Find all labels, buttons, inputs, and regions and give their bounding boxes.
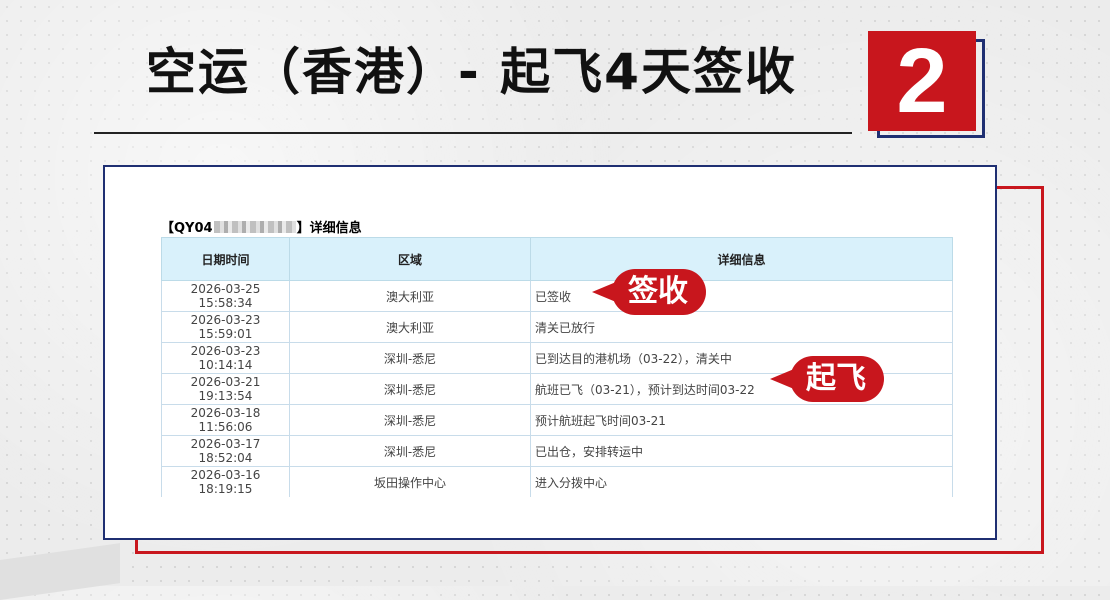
title-underline: [94, 132, 852, 134]
table-row: 2026-03-16 18:19:15 坂田操作中心 进入分拨中心: [161, 466, 953, 497]
table-header-row: 日期时间 区域 详细信息: [161, 237, 953, 281]
background-corner-shape: [0, 543, 120, 600]
record-title: 【QY04 】详细信息: [161, 217, 362, 236]
row-region: 坂田操作中心: [289, 466, 531, 497]
table-row: 2026-03-18 11:56:06 深圳-悉尼 预计航班起飞时间03-21: [161, 404, 953, 436]
tracking-card: 【QY04 】详细信息 日期时间 区域 详细信息 2026-03-25 15:5…: [103, 165, 997, 540]
record-title-prefix: 【QY04: [161, 221, 213, 236]
row-region: 深圳-悉尼: [289, 342, 531, 374]
row-detail: 进入分拨中心: [530, 466, 953, 497]
row-region: 深圳-悉尼: [289, 404, 531, 436]
row-region: 深圳-悉尼: [289, 435, 531, 467]
row-region: 深圳-悉尼: [289, 373, 531, 405]
row-datetime: 2026-03-18 11:56:06: [161, 404, 290, 436]
takeoff-callout: 起飞: [770, 356, 884, 402]
row-datetime: 2026-03-17 18:52:04: [161, 435, 290, 467]
step-number-badge: 2: [868, 31, 976, 131]
column-header-detail: 详细信息: [530, 237, 953, 281]
row-datetime: 2026-03-21 19:13:54: [161, 373, 290, 405]
row-datetime: 2026-03-16 18:19:15: [161, 466, 290, 497]
signed-callout: 签收: [592, 269, 706, 315]
table-row: 2026-03-23 15:59:01 澳大利亚 清关已放行: [161, 311, 953, 343]
row-region: 澳大利亚: [289, 311, 531, 343]
record-title-suffix: 】详细信息: [296, 221, 362, 236]
row-datetime: 2026-03-23 10:14:14: [161, 342, 290, 374]
page-title: 空运（香港）- 起飞4天签收: [146, 43, 797, 101]
row-datetime: 2026-03-25 15:58:34: [161, 280, 290, 312]
row-detail: 清关已放行: [530, 311, 953, 343]
column-header-region: 区域: [289, 237, 531, 281]
table-row: 2026-03-17 18:52:04 深圳-悉尼 已出仓，安排转运中: [161, 435, 953, 467]
column-header-datetime: 日期时间: [161, 237, 290, 281]
row-region: 澳大利亚: [289, 280, 531, 312]
masked-tracking-number: [213, 220, 296, 233]
row-datetime: 2026-03-23 15:59:01: [161, 311, 290, 343]
row-detail: 预计航班起飞时间03-21: [530, 404, 953, 436]
row-detail: 航班已飞（03-21），预计到达时间03-22: [530, 373, 953, 405]
table-row: 2026-03-25 15:58:34 澳大利亚 已签收: [161, 280, 953, 312]
row-detail: 已出仓，安排转运中: [530, 435, 953, 467]
row-detail: 已到达目的港机场（03-22），清关中: [530, 342, 953, 374]
